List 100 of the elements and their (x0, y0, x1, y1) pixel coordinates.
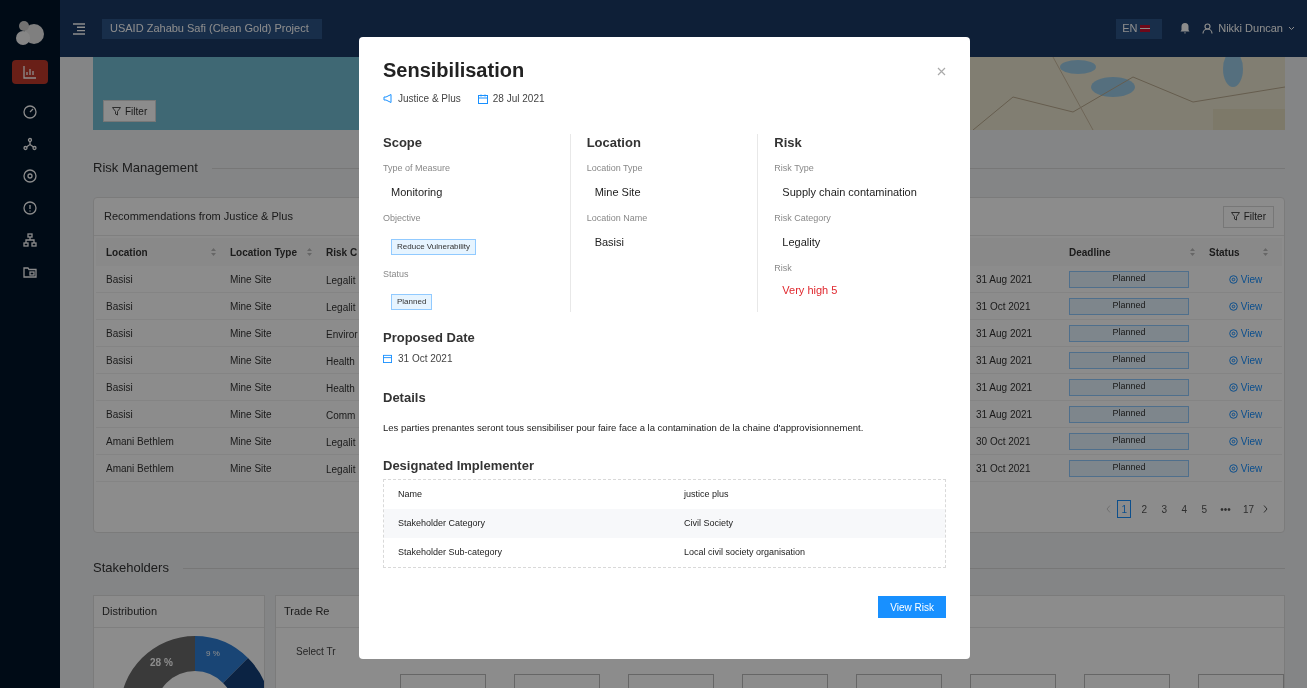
table-cell-text: Basisi (106, 380, 134, 395)
table-cell-text: Mine Site (230, 326, 273, 341)
dashboard-icon[interactable] (23, 105, 37, 119)
field-value: Monitoring (390, 184, 444, 200)
info-icon[interactable] (23, 201, 37, 215)
page-button[interactable]: 4 (1177, 500, 1192, 518)
column-header: Status (1209, 245, 1240, 260)
table-cell-text: 31 Oct 2021 (976, 299, 1032, 314)
status-tag: Planned (1069, 432, 1189, 450)
calendar-icon (383, 354, 392, 363)
page-button[interactable]: 17 (1239, 500, 1257, 518)
card-title: Recommendations from Justice & Plus (104, 209, 293, 225)
field-value: Supply chain contamination (781, 184, 918, 200)
column-header: Risk C (326, 245, 358, 260)
bar-chart-icon[interactable] (23, 65, 37, 79)
logo-icon (15, 20, 45, 48)
table-cell-text: Mine Site (230, 272, 273, 287)
table-cell-text: Mine Site (230, 299, 273, 314)
table-cell-text: Stakeholder Category (398, 517, 487, 530)
filter-icon (112, 106, 121, 116)
status-tag: Planned (1069, 270, 1189, 288)
view-link[interactable]: View (1228, 298, 1263, 314)
view-link[interactable]: View (1228, 379, 1263, 395)
filter-button[interactable]: Filter (1222, 205, 1274, 228)
column-header: Deadline (1069, 245, 1111, 260)
view-link[interactable]: View (1228, 271, 1263, 287)
select-field[interactable] (856, 674, 942, 688)
view-link[interactable]: View (1228, 460, 1263, 476)
modal-title: Sensibilisation (383, 58, 525, 83)
table-cell-text: Mine Site (230, 407, 273, 422)
select-field[interactable] (400, 674, 486, 688)
risk-level: Very high 5 (781, 282, 839, 298)
select-field[interactable] (628, 674, 714, 688)
table-cell: Comm (326, 410, 356, 421)
table-cell-text: Basisi (106, 299, 134, 314)
column-header: Location (106, 245, 148, 260)
bell-icon[interactable] (1180, 23, 1191, 34)
field-label: Location Type (586, 162, 644, 175)
value-tag: Reduce Vulnerability (391, 238, 477, 255)
proposed-date: 31 Oct 2021 (398, 352, 453, 366)
page-button[interactable]: 3 (1157, 500, 1172, 518)
status-tag: Planned (1069, 351, 1189, 369)
menu-icon[interactable] (72, 22, 86, 35)
view-link[interactable]: View (1228, 406, 1263, 422)
field-label: Risk (774, 262, 793, 275)
view-link[interactable]: View (1228, 325, 1263, 341)
close-icon[interactable] (937, 67, 946, 76)
table-cell-text: justice plus (684, 488, 730, 501)
user-icon (1202, 23, 1214, 34)
folder-icon[interactable] (23, 265, 37, 279)
field-value: Basisi (593, 234, 625, 250)
filter-icon (1230, 212, 1240, 221)
value-tag: Planned (391, 294, 433, 310)
table-cell-text: Mine Site (230, 353, 273, 368)
page-button[interactable]: ••• (1217, 500, 1234, 518)
hierarchy-icon[interactable] (23, 233, 37, 247)
project-selector[interactable]: USAID Zahabu Safi (Clean Gold) Project (102, 18, 322, 39)
column-heading: Scope (383, 134, 423, 152)
table-cell-text: Civil Society (684, 517, 734, 530)
table-cell: Legalit (326, 275, 356, 286)
select-field[interactable] (1084, 674, 1170, 688)
page-button[interactable]: 1 (1117, 500, 1132, 518)
megaphone-icon (383, 94, 393, 103)
table-cell-text: Stakeholder Sub-category (398, 546, 504, 559)
language-selector[interactable]: EN (1116, 18, 1163, 39)
select-field[interactable] (970, 674, 1056, 688)
table-cell-text: 31 Aug 2021 (976, 407, 1034, 422)
field-label: Objective (383, 212, 422, 225)
table-cell: Enviror (326, 329, 358, 340)
view-link[interactable]: View (1228, 352, 1263, 368)
table-cell-text: Mine Site (230, 380, 273, 395)
network-icon[interactable] (23, 137, 37, 151)
select-field[interactable] (514, 674, 600, 688)
table-cell-text: 31 Aug 2021 (976, 272, 1034, 287)
section-heading: Designated Implementer (383, 457, 535, 476)
table-cell-text: Local civil society organisation (684, 546, 807, 559)
status-tag: Planned (1069, 459, 1189, 477)
table-cell-text: 31 Oct 2021 (976, 461, 1032, 476)
sidebar-item[interactable] (12, 60, 48, 84)
card-title: Trade Re (284, 604, 330, 620)
select-field[interactable] (742, 674, 828, 688)
user-name[interactable]: Nikki Duncan (1218, 20, 1283, 37)
page-button[interactable]: 2 (1137, 500, 1152, 518)
field-label: Type of Measure (383, 162, 452, 175)
status-tag: Planned (1069, 405, 1189, 423)
next-page-icon[interactable] (1263, 505, 1268, 513)
field-value: Legality (781, 234, 822, 250)
caret-icon[interactable] (1288, 26, 1295, 31)
select-field[interactable] (1198, 674, 1284, 688)
filter-button[interactable]: Filter (103, 100, 157, 122)
table-cell-text: 31 Aug 2021 (976, 353, 1034, 368)
flag-icon (1140, 25, 1151, 32)
date-text: 28 Jul 2021 (492, 92, 545, 106)
placeholder-text: Select Tr (296, 646, 336, 657)
field-label: Risk Category (774, 212, 832, 225)
table-cell-text: Basisi (106, 272, 134, 287)
view-risk-button[interactable]: View Risk (878, 596, 946, 619)
table-cell: Legalit (326, 302, 356, 313)
view-link[interactable]: View (1228, 433, 1263, 449)
page-button[interactable]: 5 (1197, 500, 1212, 518)
